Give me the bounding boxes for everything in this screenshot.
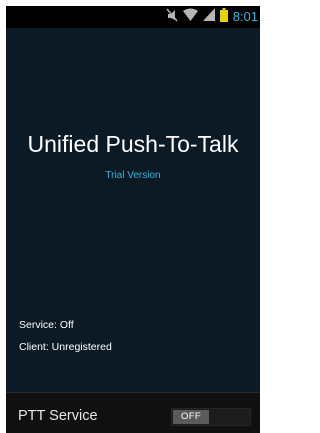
service-status: Service: Off [19,319,74,331]
trial-version-label: Trial Version [105,170,161,181]
signal-icon [202,8,215,26]
battery-icon [219,7,228,27]
mute-icon [166,8,178,27]
status-icons: 8:01 [166,7,258,27]
ptt-service-toggle[interactable]: OFF [171,408,251,426]
ptt-service-label: PTT Service [18,408,98,424]
main-content: Unified Push-To-Talk Trial Version Servi… [6,28,260,392]
status-bar: 8:01 [6,6,260,28]
wifi-icon [182,8,198,26]
app-title: Unified Push-To-Talk [27,131,239,157]
client-status: Client: Unregistered [19,341,112,353]
toggle-thumb: OFF [173,410,209,424]
app-screen: 8:01 Unified Push-To-Talk Trial Version … [6,6,260,433]
clock: 8:01 [232,9,258,24]
ptt-service-panel: PTT Service OFF [6,392,260,433]
